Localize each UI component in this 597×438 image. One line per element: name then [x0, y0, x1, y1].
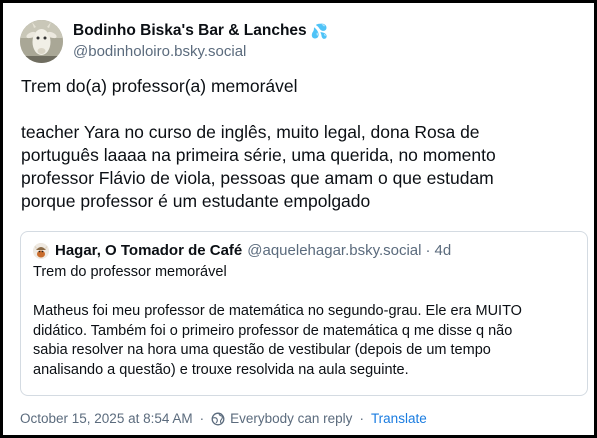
quote-line: didático. Também foi o primeiro professo… [33, 322, 513, 339]
reply-setting[interactable]: Everybody can reply [230, 411, 352, 426]
quote-body: Trem do professor memorável Matheus foi … [33, 263, 575, 380]
post-line: teacher Yara no curso de inglês, muito l… [21, 122, 480, 142]
quote-header: Hagar, O Tomador de Café @aquelehagar.bs… [33, 241, 575, 261]
post-line: português laaaa na primeira série, uma q… [21, 145, 496, 165]
post-line: porque professor é um estudante empolgad… [21, 191, 371, 211]
separator-dot: · [359, 411, 364, 426]
quote-line: analisando a questão) e trouxe resolvida… [33, 361, 409, 378]
post-line: Trem do(a) professor(a) memorável [21, 76, 298, 96]
quote-title: Trem do professor memorável [33, 264, 227, 280]
translate-link[interactable]: Translate [371, 411, 427, 426]
separator-dot: · [425, 242, 431, 259]
quoted-post[interactable]: Hagar, O Tomador de Café @aquelehagar.bs… [20, 231, 588, 396]
post-line: professor Flávio de viola, pessoas que a… [21, 168, 494, 188]
earth-reply-icon [211, 412, 225, 425]
author-handle[interactable]: @bodinholoiro.bsky.social [73, 42, 328, 62]
quote-avatar[interactable] [33, 243, 49, 259]
author-name-text[interactable]: Bodinho Biska's Bar & Lanches [73, 21, 307, 41]
post-card: Bodinho Biska's Bar & Lanches 💦 @bodinho… [0, 0, 597, 438]
post-timestamp[interactable]: October 15, 2025 at 8:54 AM [20, 411, 193, 426]
separator-dot: · [199, 411, 205, 426]
goat-avatar-icon [20, 19, 63, 63]
author-display-name[interactable]: Bodinho Biska's Bar & Lanches 💦 [73, 21, 328, 41]
quote-line: Matheus foi meu professor de matemática … [33, 303, 522, 319]
quote-line: sabia resolver na hora uma questão de ve… [33, 342, 491, 358]
post-meta: October 15, 2025 at 8:54 AM · Everybody … [20, 411, 427, 426]
quote-author-handle[interactable]: @aquelehagar.bsky.social [247, 241, 421, 261]
droplets-icon: 💦 [310, 22, 329, 39]
quote-author-name[interactable]: Hagar, O Tomador de Café [55, 241, 242, 261]
post-text: Trem do(a) professor(a) memorável teache… [21, 75, 581, 213]
quote-timestamp[interactable]: 4d [435, 241, 452, 261]
author-avatar[interactable] [20, 19, 63, 63]
post-header: Bodinho Biska's Bar & Lanches 💦 @bodinho… [20, 17, 328, 65]
viking-avatar-icon [33, 243, 49, 259]
